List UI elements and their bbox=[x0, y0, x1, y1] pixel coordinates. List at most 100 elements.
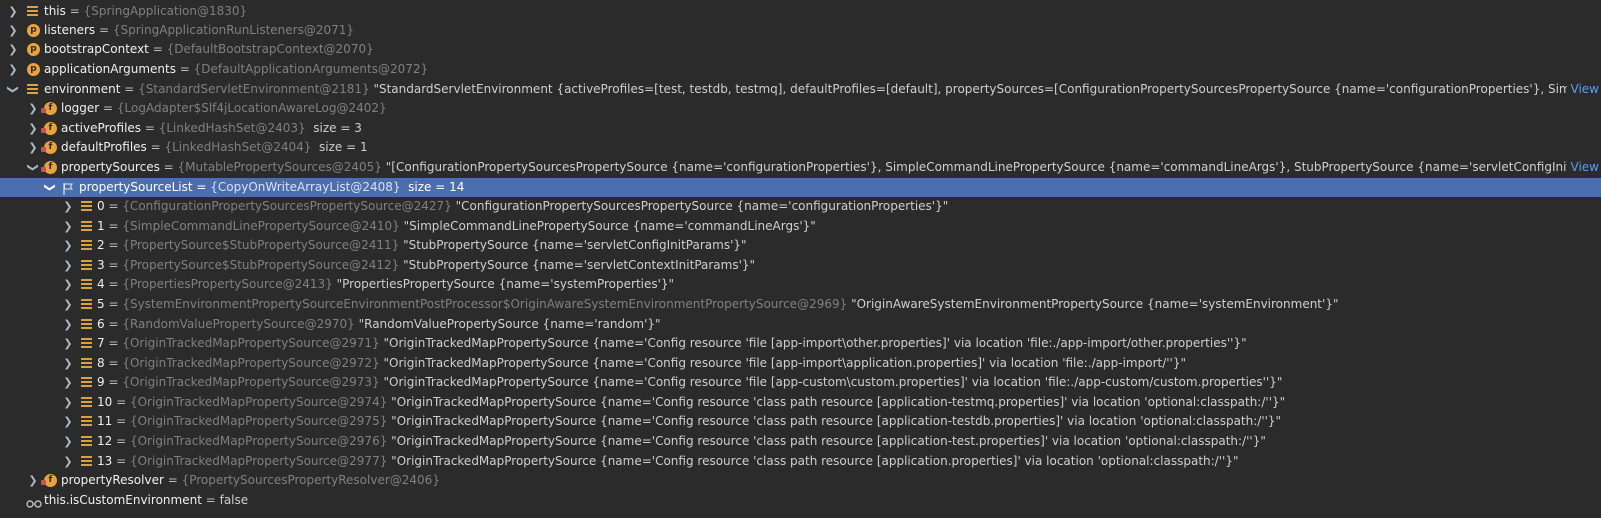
chevron-right-icon[interactable]: ❯ bbox=[61, 236, 75, 255]
collection-size: size = 1 bbox=[319, 140, 368, 154]
list-item[interactable]: ❯ 13 = {OriginTrackedMapPropertySource@2… bbox=[0, 452, 1601, 471]
tree-row-logger[interactable]: ❯ f logger = {LogAdapter$Slf4jLocationAw… bbox=[0, 99, 1601, 118]
tree-row-environment[interactable]: ❯ environment = {StandardServletEnvironm… bbox=[0, 80, 1601, 99]
chevron-down-icon[interactable]: ❯ bbox=[41, 181, 60, 195]
list-item[interactable]: ❯ 8 = {OriginTrackedMapPropertySource@29… bbox=[0, 354, 1601, 373]
chevron-right-icon[interactable]: ❯ bbox=[6, 2, 20, 21]
variable-type: {OriginTrackedMapPropertySource@2971} bbox=[122, 336, 380, 350]
chevron-right-icon[interactable]: ❯ bbox=[61, 275, 75, 294]
chevron-right-icon[interactable]: ❯ bbox=[61, 295, 75, 314]
chevron-right-icon[interactable]: ❯ bbox=[61, 412, 75, 431]
list-item[interactable]: ❯ 10 = {OriginTrackedMapPropertySource@2… bbox=[0, 393, 1601, 412]
chevron-right-icon[interactable]: ❯ bbox=[61, 217, 75, 236]
variable-value: "PropertiesPropertySource {name='systemP… bbox=[336, 277, 675, 291]
chevron-right-icon[interactable]: ❯ bbox=[61, 432, 75, 451]
item-index: 3 bbox=[97, 258, 105, 272]
variable-type: {OriginTrackedMapPropertySource@2977} bbox=[129, 454, 388, 468]
item-index: 2 bbox=[97, 238, 105, 252]
item-index: 9 bbox=[97, 375, 105, 389]
tree-row-propertyResolver[interactable]: ❯ f propertyResolver = {PropertySourcesP… bbox=[0, 471, 1601, 490]
variable-name: listeners bbox=[44, 23, 96, 37]
tree-row-listeners[interactable]: ❯ p listeners = {SpringApplicationRunLis… bbox=[0, 21, 1601, 40]
chevron-down-icon[interactable]: ❯ bbox=[24, 161, 43, 175]
tree-row-propertySources[interactable]: ❯ f propertySources = {MutablePropertySo… bbox=[0, 158, 1601, 177]
chevron-right-icon[interactable]: ❯ bbox=[61, 452, 75, 471]
chevron-right-icon[interactable]: ❯ bbox=[26, 99, 40, 118]
chevron-right-icon[interactable]: ❯ bbox=[61, 256, 75, 275]
item-index: 0 bbox=[97, 199, 105, 213]
list-item[interactable]: ❯ 2 = {PropertySource$StubPropertySource… bbox=[0, 236, 1601, 255]
chevron-right-icon[interactable]: ❯ bbox=[61, 197, 75, 216]
variable-type: {LinkedHashSet@2404} bbox=[164, 140, 312, 154]
variable-type: {LinkedHashSet@2403} bbox=[158, 121, 306, 135]
variable-icon bbox=[27, 84, 38, 96]
variable-value: "StandardServletEnvironment {activeProfi… bbox=[373, 82, 1601, 96]
tree-row-bootstrapContext[interactable]: ❯ p bootstrapContext = {DefaultBootstrap… bbox=[0, 40, 1601, 59]
item-index: 4 bbox=[97, 277, 105, 291]
view-link[interactable]: View bbox=[1566, 80, 1601, 99]
variable-name: this.isCustomEnvironment bbox=[44, 493, 202, 507]
list-item[interactable]: ❯ 6 = {RandomValuePropertySource@2970} "… bbox=[0, 315, 1601, 334]
private-final-field-icon: f bbox=[41, 102, 57, 115]
variable-type: {MutablePropertySources@2405} bbox=[177, 160, 382, 174]
chevron-right-icon[interactable]: ❯ bbox=[61, 393, 75, 412]
variable-type: {SystemEnvironmentPropertySourceEnvironm… bbox=[122, 297, 848, 311]
private-final-field-icon: f bbox=[41, 141, 57, 154]
list-item[interactable]: ❯ 3 = {PropertySource$StubPropertySource… bbox=[0, 256, 1601, 275]
chevron-right-icon[interactable]: ❯ bbox=[26, 138, 40, 157]
variable-icon bbox=[81, 397, 92, 409]
list-item[interactable]: ❯ 1 = {SimpleCommandLinePropertySource@2… bbox=[0, 217, 1601, 236]
watch-glasses-icon bbox=[26, 496, 42, 508]
variable-value: "ConfigurationPropertySourcesPropertySou… bbox=[455, 199, 949, 213]
view-link[interactable]: View bbox=[1566, 158, 1601, 177]
variable-value: "OriginTrackedMapPropertySource {name='C… bbox=[383, 336, 1247, 350]
tree-row-applicationArguments[interactable]: ❯ p applicationArguments = {DefaultAppli… bbox=[0, 60, 1601, 79]
list-item[interactable]: ❯ 9 = {OriginTrackedMapPropertySource@29… bbox=[0, 373, 1601, 392]
variable-value: "SimpleCommandLinePropertySource {name='… bbox=[403, 219, 816, 233]
chevron-right-icon[interactable]: ❯ bbox=[61, 315, 75, 334]
flag-icon bbox=[63, 182, 73, 195]
item-index: 12 bbox=[97, 434, 113, 448]
item-index: 13 bbox=[97, 454, 113, 468]
variable-type: {LogAdapter$Slf4jLocationAwareLog@2402} bbox=[116, 101, 387, 115]
chevron-right-icon[interactable]: ❯ bbox=[26, 471, 40, 490]
tree-row-activeProfiles[interactable]: ❯ f activeProfiles = {LinkedHashSet@2403… bbox=[0, 119, 1601, 138]
variable-name: defaultProfiles bbox=[61, 140, 147, 154]
chevron-right-icon[interactable]: ❯ bbox=[26, 119, 40, 138]
variable-type: {PropertySource$StubPropertySource@2411} bbox=[122, 238, 400, 252]
variable-value: false bbox=[219, 493, 249, 507]
chevron-right-icon[interactable]: ❯ bbox=[61, 334, 75, 353]
variable-icon bbox=[81, 279, 92, 291]
variable-type: {OriginTrackedMapPropertySource@2975} bbox=[129, 414, 388, 428]
collection-size: size = 3 bbox=[313, 121, 362, 135]
debugger-variables-tree[interactable]: ❯ this = {SpringApplication@1830} ❯ p li… bbox=[0, 0, 1601, 518]
list-item[interactable]: ❯ 7 = {OriginTrackedMapPropertySource@29… bbox=[0, 334, 1601, 353]
tree-row-this[interactable]: ❯ this = {SpringApplication@1830} bbox=[0, 2, 1601, 21]
tree-row-defaultProfiles[interactable]: ❯ f defaultProfiles = {LinkedHashSet@240… bbox=[0, 138, 1601, 157]
list-item[interactable]: ❯ 4 = {PropertiesPropertySource@2413} "P… bbox=[0, 275, 1601, 294]
variable-name: bootstrapContext bbox=[44, 42, 149, 56]
variable-type: {OriginTrackedMapPropertySource@2976} bbox=[129, 434, 388, 448]
tree-row-propertySourceList[interactable]: ❯ propertySourceList = {CopyOnWriteArray… bbox=[0, 178, 1601, 197]
variable-type: {PropertySource$StubPropertySource@2412} bbox=[122, 258, 400, 272]
chevron-down-icon[interactable]: ❯ bbox=[4, 83, 23, 97]
variable-type: {StandardServletEnvironment@2181} bbox=[138, 82, 370, 96]
chevron-right-icon[interactable]: ❯ bbox=[6, 60, 20, 79]
private-final-field-icon: f bbox=[41, 161, 57, 174]
item-index: 11 bbox=[97, 414, 113, 428]
chevron-right-icon[interactable]: ❯ bbox=[61, 354, 75, 373]
variable-type: {PropertiesPropertySource@2413} bbox=[122, 277, 333, 291]
chevron-right-icon[interactable]: ❯ bbox=[6, 21, 20, 40]
variable-value: "RandomValuePropertySource {name='random… bbox=[358, 317, 661, 331]
list-item[interactable]: ❯ 0 = {ConfigurationPropertySourcesPrope… bbox=[0, 197, 1601, 216]
chevron-right-icon[interactable]: ❯ bbox=[61, 373, 75, 392]
list-item[interactable]: ❯ 12 = {OriginTrackedMapPropertySource@2… bbox=[0, 432, 1601, 451]
list-item[interactable]: ❯ 5 = {SystemEnvironmentPropertySourceEn… bbox=[0, 295, 1601, 314]
variable-value: "OriginAwareSystemEnvironmentPropertySou… bbox=[851, 297, 1339, 311]
variable-type: {RandomValuePropertySource@2970} bbox=[122, 317, 355, 331]
chevron-right-icon[interactable]: ❯ bbox=[6, 40, 20, 59]
list-item[interactable]: ❯ 11 = {OriginTrackedMapPropertySource@2… bbox=[0, 412, 1601, 431]
tree-row-isCustomEnvironment[interactable]: this.isCustomEnvironment = false bbox=[0, 491, 1601, 510]
variable-type: {DefaultBootstrapContext@2070} bbox=[166, 42, 374, 56]
variable-type: {OriginTrackedMapPropertySource@2972} bbox=[122, 356, 380, 370]
